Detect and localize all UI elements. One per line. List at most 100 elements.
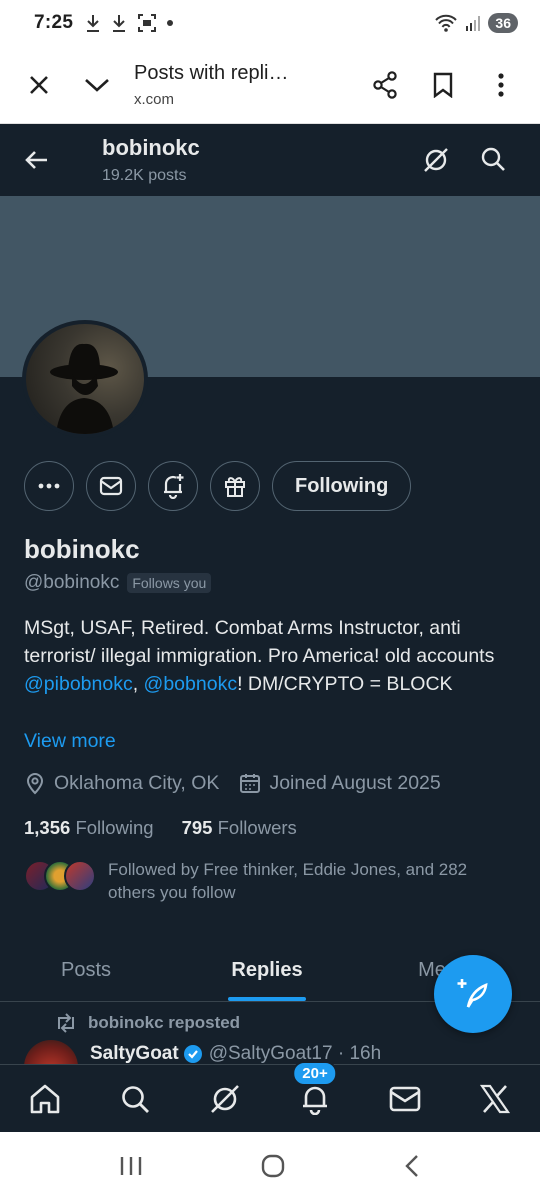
follower-avatar [64, 860, 96, 892]
search-icon[interactable] [480, 146, 506, 172]
x-logo-icon [480, 1084, 510, 1113]
followers-count: 795 [181, 817, 213, 838]
browser-tab-header: Posts with repli… x.com [0, 46, 540, 124]
profile-actions: Following [24, 461, 412, 511]
tab-title-block[interactable]: Posts with repli… x.com [126, 62, 356, 108]
tab-posts-label: Posts [60, 959, 112, 981]
profile-avatar[interactable] [22, 320, 148, 438]
home-icon [30, 1084, 60, 1113]
bio-separator: , [132, 673, 144, 695]
profile-location: Oklahoma City, OK [54, 771, 220, 794]
more-vertical-icon [498, 72, 504, 97]
nav-notifications[interactable]: 20+ [285, 1060, 345, 1129]
chevron-down-icon [85, 78, 109, 92]
collapse-tab-button[interactable] [68, 56, 126, 114]
nav-messages[interactable] [375, 1069, 435, 1129]
post-author-name: SaltyGoat [90, 1043, 179, 1064]
wifi-icon [435, 14, 458, 32]
location-pin-icon [26, 773, 44, 795]
followed-by-avatars [24, 860, 96, 896]
status-bar: 7:25 36 [0, 0, 540, 46]
close-icon [30, 75, 48, 94]
recent-apps-icon[interactable] [118, 1155, 144, 1177]
back-chevron-icon[interactable] [402, 1153, 422, 1179]
bio-link-pibobnokc[interactable]: @pibobnokc [24, 673, 133, 695]
nav-x-logo[interactable] [465, 1069, 525, 1129]
tab-url: x.com [134, 90, 175, 108]
followed-by-row[interactable]: Followed by Free thinker, Eddie Jones, a… [24, 858, 518, 904]
screenshot-icon [138, 14, 157, 32]
bell-icon [303, 1086, 327, 1115]
profile-header-title: bobinokc 19.2K posts [102, 135, 200, 185]
bio-link-bobnokc[interactable]: @bobnokc [144, 673, 238, 695]
following-label: Following [75, 817, 154, 838]
post-header[interactable]: SaltyGoat @SaltyGoat17 · 16h [24, 1040, 524, 1064]
tab-replies[interactable]: Replies [172, 940, 362, 1001]
more-options-button[interactable] [24, 461, 74, 511]
repost-icon [58, 1013, 74, 1033]
handle-row: @bobinokc Follows you [24, 572, 212, 594]
status-time: 7:25 [34, 12, 74, 33]
share-icon [373, 70, 397, 99]
profile-header-posts: 19.2K posts [102, 167, 187, 184]
android-navigation-bar [0, 1132, 540, 1200]
close-tab-button[interactable] [10, 56, 68, 114]
compose-post-button[interactable] [434, 955, 512, 1033]
profile-handle: @bobinokc [24, 572, 120, 593]
repost-indicator: bobinokc reposted [54, 1013, 240, 1033]
following-button[interactable]: Following [272, 461, 412, 511]
search-icon [122, 1085, 149, 1113]
signal-icon [466, 16, 481, 31]
home-circle-icon[interactable] [260, 1153, 286, 1179]
download-icon [113, 15, 126, 32]
profile-bio: MSgt, USAF, Retired. Combat Arms Instruc… [24, 614, 520, 698]
grok-icon [211, 1084, 239, 1113]
compose-feather-icon [457, 979, 488, 1008]
tab-title: Posts with repli… [134, 61, 289, 84]
more-menu-button[interactable] [472, 56, 530, 114]
tab-replies-label: Replies [231, 959, 303, 981]
gift-icon [225, 477, 245, 497]
nav-grok[interactable] [195, 1069, 255, 1129]
profile-header-name: bobinokc [102, 135, 200, 160]
profile-meta: Oklahoma City, OK Joined August 2025 [24, 771, 461, 795]
bio-text: MSgt, USAF, Retired. Combat Arms Instruc… [24, 617, 495, 667]
bookmark-button[interactable] [414, 56, 472, 114]
dot-icon [167, 20, 174, 26]
profile-joined: Joined August 2025 [269, 771, 441, 794]
mail-icon [99, 476, 123, 496]
gift-button[interactable] [210, 461, 260, 511]
followed-by-text: Followed by Free thinker, Eddie Jones, a… [108, 860, 468, 902]
following-stat[interactable]: 1,356 Following [24, 817, 154, 839]
back-button[interactable] [0, 150, 74, 170]
nav-explore[interactable] [105, 1069, 165, 1129]
profile-top-bar: bobinokc 19.2K posts [0, 124, 540, 196]
nav-home[interactable] [15, 1069, 75, 1129]
mail-icon [389, 1086, 421, 1111]
bell-plus-icon [164, 474, 184, 499]
active-tab-indicator [228, 997, 306, 1001]
followers-label: Followers [217, 817, 297, 838]
battery-indicator: 36 [488, 13, 518, 33]
profile-display-name: bobinokc [24, 534, 140, 564]
notification-badge: 20+ [292, 1060, 338, 1086]
view-more-link[interactable]: View more [24, 730, 116, 753]
post-author-block[interactable]: SaltyGoat [90, 1043, 203, 1064]
more-horizontal-icon [38, 483, 60, 489]
following-count: 1,356 [24, 817, 71, 838]
followers-stat[interactable]: 795 Followers [182, 817, 297, 839]
bio-text-end: ! DM/CRYPTO = BLOCK [237, 673, 453, 695]
post-author-handle: @SaltyGoat17 · 16h [208, 1043, 382, 1064]
message-button[interactable] [86, 461, 136, 511]
bookmark-icon [433, 72, 453, 98]
share-button[interactable] [356, 56, 414, 114]
tab-posts[interactable]: Posts [0, 940, 172, 1001]
grok-icon[interactable] [422, 146, 450, 174]
bottom-navigation: 20+ [0, 1060, 540, 1132]
repost-label: bobinokc reposted [88, 1013, 241, 1032]
calendar-icon [240, 774, 261, 793]
verified-badge-icon [183, 1045, 202, 1063]
notify-button[interactable] [148, 461, 198, 511]
follow-stats: 1,356 Following 795 Followers [24, 817, 297, 839]
post-author-avatar[interactable] [24, 1040, 78, 1064]
